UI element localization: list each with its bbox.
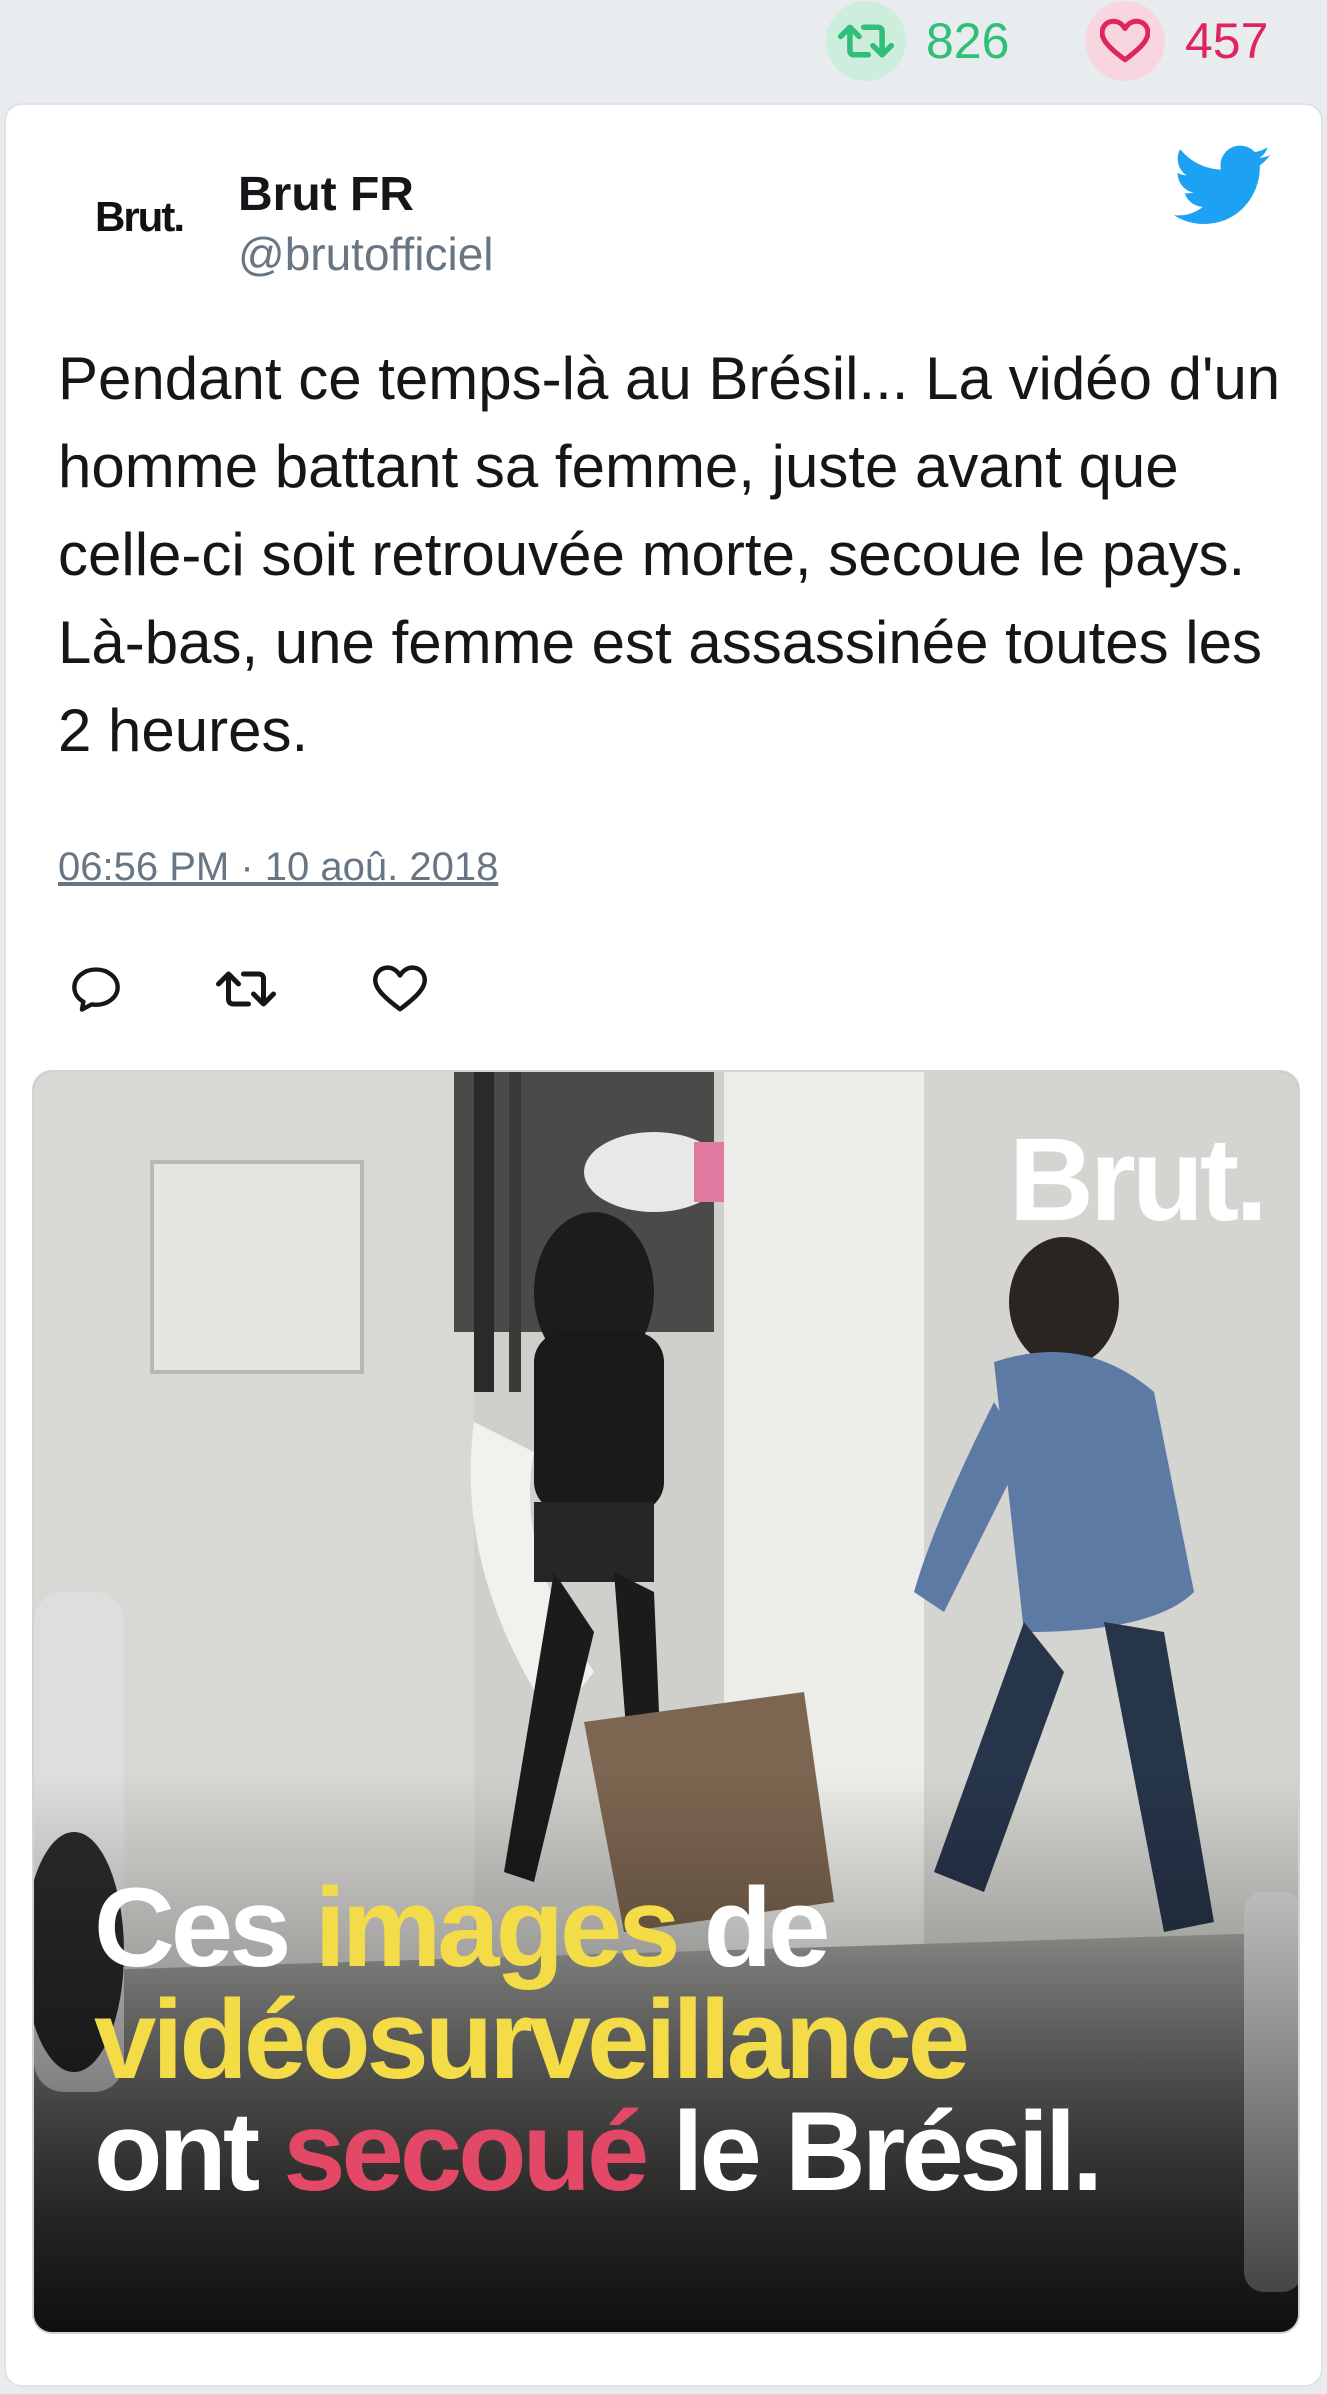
heart-icon[interactable] [362,951,438,1027]
author-handle[interactable]: @brutofficiel [238,227,494,281]
reply-icon[interactable] [58,951,134,1027]
twitter-bird-icon[interactable] [1173,145,1272,227]
engagement-bar: 826 457 [0,0,1327,100]
caption-line3-a: ont [94,2089,284,2214]
retweet-stat[interactable]: 826 [826,0,1009,82]
brut-watermark: Brut. [1008,1114,1268,1246]
caption-line3-c: le Brésil. [645,2089,1103,2214]
heart-stat-icon [1085,1,1165,81]
caption-line1-b: images [314,1865,681,1990]
avatar[interactable]: Brut. [64,157,214,277]
caption-line3-b: secoué [283,2089,649,2214]
tweet-timestamp[interactable]: 06:56 PM · 10 aoû. 2018 [58,845,498,890]
like-count: 457 [1185,13,1269,69]
caption-line2: vidéosurveillance [94,1977,970,2102]
caption-line1-a: Ces [94,1865,315,1990]
caption-line1-c: de [676,1865,831,1990]
author-name[interactable]: Brut FR [238,167,414,222]
retweet-stat-icon [826,1,906,81]
video-thumbnail[interactable]: Brut. Ces images de vidéosurveillance on… [32,1070,1300,2334]
retweet-count: 826 [926,13,1010,69]
video-caption: Ces images de vidéosurveillance ont seco… [94,1872,1274,2208]
retweet-icon[interactable] [208,951,284,1027]
like-stat[interactable]: 457 [1085,0,1268,82]
tweet-card: Brut. Brut FR @brutofficiel Pendant ce t… [4,103,1323,2387]
tweet-text: Pendant ce temps-là au Brésil... La vidé… [58,345,1281,764]
